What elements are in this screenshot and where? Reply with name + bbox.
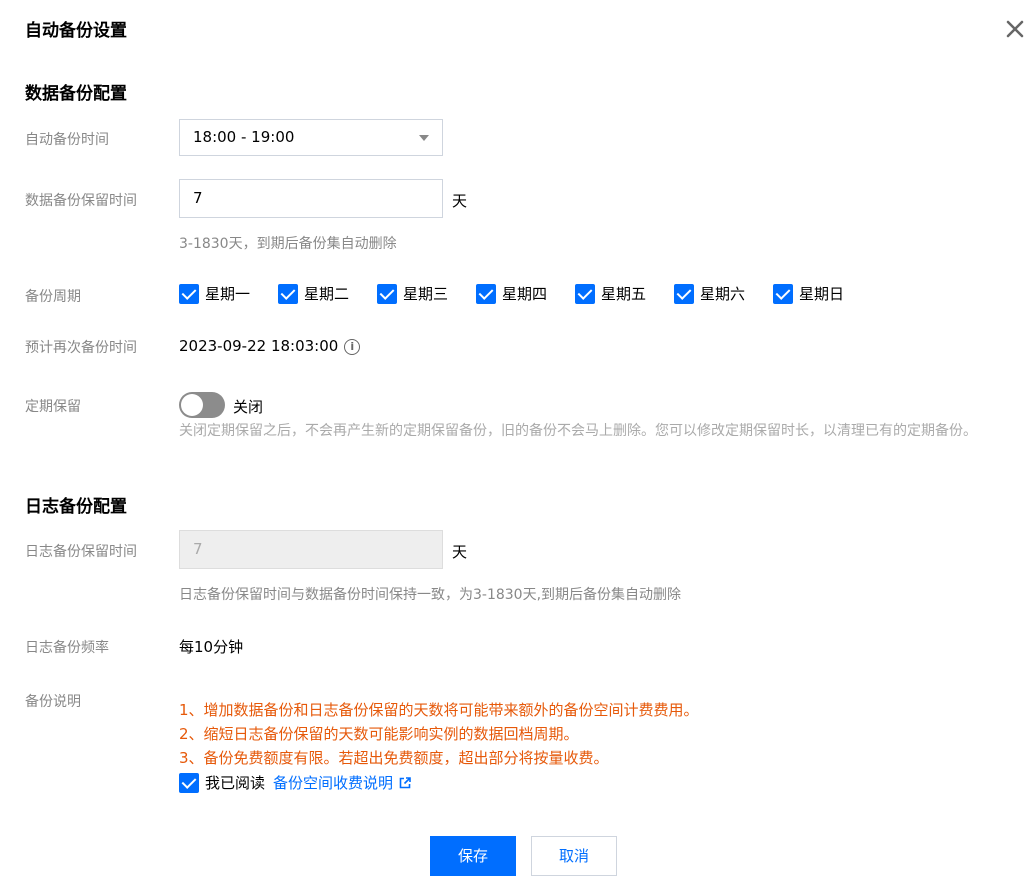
backup-cycle-label: 备份周期 — [25, 289, 81, 305]
checkbox-label: 星期五 — [601, 285, 647, 303]
agree-label: 我已阅读 — [205, 774, 266, 792]
log-frequency-value: 每10分钟 — [179, 638, 244, 656]
log-section-title: 日志备份配置 — [25, 497, 127, 517]
periodic-retention-label: 定期保留 — [25, 399, 81, 415]
log-frequency-label: 日志备份频率 — [25, 640, 109, 656]
checkbox-label: 星期日 — [799, 285, 845, 303]
log-retention-unit: 天 — [452, 543, 468, 561]
agree-checkbox[interactable]: 我已阅读 — [179, 772, 265, 793]
checkbox-tuesday[interactable]: 星期二 — [278, 283, 377, 304]
log-retention-label: 日志备份保留时间 — [25, 544, 137, 560]
info-icon[interactable]: i — [344, 338, 361, 355]
checkbox-label: 星期三 — [403, 285, 449, 303]
checkbox-wednesday[interactable]: 星期三 — [377, 283, 476, 304]
backup-notes-label: 备份说明 — [25, 694, 81, 710]
periodic-retention-state: 关闭 — [233, 398, 264, 416]
auto-backup-time-value: 18:00 - 19:00 — [193, 128, 295, 146]
log-retention-input: 7 — [179, 530, 443, 569]
checkbox-label: 星期一 — [205, 285, 251, 303]
checkbox-label: 星期六 — [700, 285, 746, 303]
close-icon[interactable] — [1004, 18, 1026, 40]
checkbox-thursday[interactable]: 星期四 — [476, 283, 575, 304]
checkbox-label: 星期二 — [304, 285, 350, 303]
periodic-retention-desc: 关闭定期保留之后，不会再产生新的定期保留备份，旧的备份不会马上删除。您可以修改定… — [179, 423, 977, 439]
periodic-retention-toggle[interactable] — [179, 392, 225, 418]
billing-doc-link[interactable]: 备份空间收费说明 — [273, 772, 393, 793]
checkbox-checked-icon — [377, 283, 397, 304]
dialog-title: 自动备份设置 — [25, 21, 127, 41]
agree-row: 我已阅读 备份空间收费说明 — [179, 772, 411, 793]
checkbox-saturday[interactable]: 星期六 — [674, 283, 773, 304]
checkbox-checked-icon — [179, 772, 199, 793]
toggle-knob — [181, 394, 203, 416]
checkbox-friday[interactable]: 星期五 — [575, 283, 674, 304]
checkbox-checked-icon — [674, 283, 694, 304]
backup-note-3: 3、备份免费额度有限。若超出免费额度，超出部分将按量收费。 — [179, 749, 609, 767]
next-backup-value-row: 2023-09-22 18:03:00 i — [179, 337, 361, 355]
auto-backup-time-select[interactable]: 18:00 - 19:00 — [179, 119, 443, 156]
data-retention-hint: 3-1830天，到期后备份集自动删除 — [179, 236, 397, 252]
next-backup-value: 2023-09-22 18:03:00 — [179, 337, 339, 355]
auto-backup-time-label: 自动备份时间 — [25, 132, 109, 148]
next-backup-label: 预计再次备份时间 — [25, 340, 137, 356]
checkbox-checked-icon — [575, 283, 595, 304]
checkbox-label: 星期四 — [502, 285, 548, 303]
backup-cycle-checkboxes: 星期一 星期二 星期三 星期四 星期五 星期六 星期日 — [179, 283, 872, 304]
backup-note-1: 1、增加数据备份和日志备份保留的天数将可能带来额外的备份空间计费费用。 — [179, 701, 699, 719]
cancel-button[interactable]: 取消 — [531, 836, 617, 876]
checkbox-checked-icon — [278, 283, 298, 304]
checkbox-monday[interactable]: 星期一 — [179, 283, 278, 304]
data-retention-label: 数据备份保留时间 — [25, 193, 137, 209]
backup-note-2: 2、缩短日志备份保留的天数可能影响实例的数据回档周期。 — [179, 725, 579, 743]
save-button[interactable]: 保存 — [430, 836, 516, 876]
checkbox-sunday[interactable]: 星期日 — [773, 283, 872, 304]
checkbox-checked-icon — [179, 283, 199, 304]
external-link-icon[interactable] — [399, 776, 411, 789]
data-retention-unit: 天 — [452, 192, 468, 210]
data-retention-input[interactable]: 7 — [179, 179, 443, 218]
checkbox-checked-icon — [476, 283, 496, 304]
log-retention-hint: 日志备份保留时间与数据备份时间保持一致，为3-1830天,到期后备份集自动删除 — [179, 587, 682, 603]
data-section-title: 数据备份配置 — [25, 84, 127, 104]
checkbox-checked-icon — [773, 283, 793, 304]
caret-down-icon — [419, 135, 429, 141]
